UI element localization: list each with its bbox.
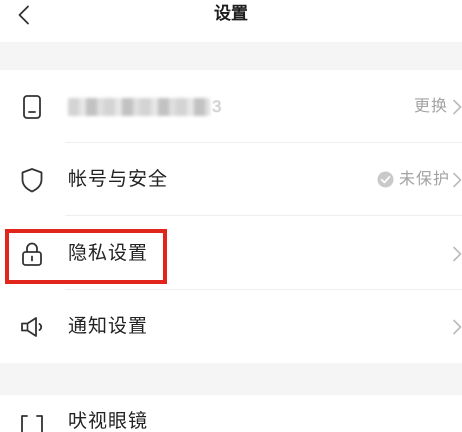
chevron-right-icon bbox=[452, 99, 462, 115]
change-phone-link[interactable]: 更换 bbox=[414, 96, 448, 118]
row-divider bbox=[65, 215, 462, 216]
page-title: 设置 bbox=[214, 4, 248, 23]
blurred-phone-number bbox=[68, 97, 210, 116]
lock-icon bbox=[19, 241, 45, 267]
settings-row-phone[interactable]: 3 更换 bbox=[0, 70, 462, 143]
header-bar: 设置 bbox=[0, 0, 462, 42]
security-status-text: 未保护 bbox=[398, 170, 450, 188]
phone-icon bbox=[19, 94, 45, 120]
shield-icon bbox=[19, 167, 45, 193]
check-circle-icon bbox=[377, 171, 394, 188]
settings-row-privacy[interactable]: 隐私设置 bbox=[0, 217, 462, 290]
glasses-icon bbox=[19, 413, 45, 432]
settings-row-label: 通知设置 bbox=[68, 315, 149, 337]
chevron-right-icon bbox=[452, 172, 462, 188]
settings-row-glasses[interactable]: 吠视眼镜 bbox=[0, 395, 462, 432]
settings-row-label: 吠视眼镜 bbox=[68, 411, 149, 432]
section-gap bbox=[0, 363, 462, 395]
settings-row-label: 隐私设置 bbox=[68, 242, 149, 264]
security-status: 未保护 bbox=[377, 169, 450, 191]
megaphone-icon bbox=[19, 314, 45, 340]
section-gap bbox=[0, 42, 462, 70]
settings-row-notifications[interactable]: 通知设置 bbox=[0, 290, 462, 363]
chevron-right-icon bbox=[452, 246, 462, 262]
settings-screen: 设置 3 更换 帐号与安全 未保护 隐私设置 通知设置 吠视眼镜 bbox=[0, 0, 462, 432]
chevron-right-icon bbox=[452, 319, 462, 335]
settings-row-account-security[interactable]: 帐号与安全 未保护 bbox=[0, 143, 462, 216]
settings-row-label: 帐号与安全 bbox=[68, 168, 169, 190]
phone-number-visible-digit: 3 bbox=[212, 96, 222, 116]
